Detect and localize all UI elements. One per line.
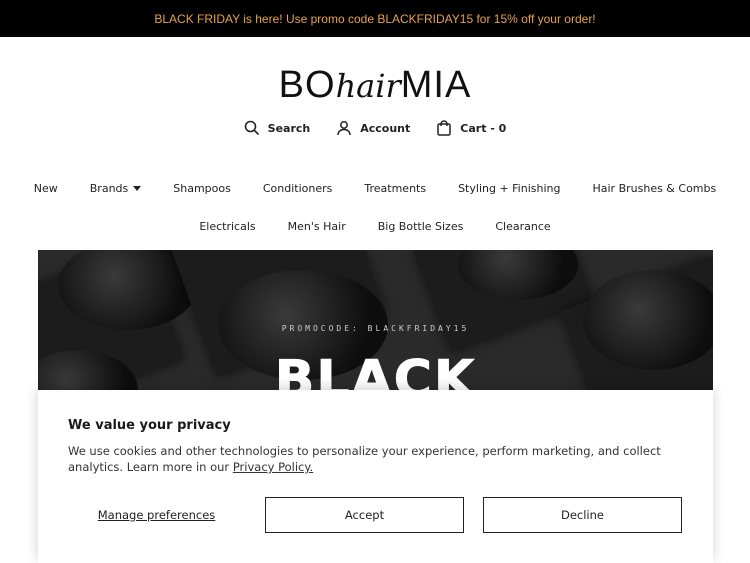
consent-heading: We value your privacy [68, 418, 231, 433]
consent-actions: Manage preferences Accept Decline [68, 497, 683, 533]
logo-middle: hair [335, 67, 401, 105]
announcement-text: BLACK FRIDAY is here! Use promo code BLA… [154, 11, 596, 26]
nav-label: Big Bottle Sizes [377, 220, 464, 233]
nav-label: Electricals [199, 220, 256, 233]
nav-big-bottle-sizes[interactable]: Big Bottle Sizes [362, 220, 480, 233]
search-icon [244, 120, 259, 136]
nav-electricals[interactable]: Electricals [183, 220, 271, 233]
nav-conditioners[interactable]: Conditioners [247, 182, 349, 195]
account-label: Account [360, 121, 411, 135]
cart-icon [437, 120, 452, 136]
nav-label: Men's Hair [287, 220, 346, 233]
nav-new[interactable]: New [18, 182, 74, 195]
search-label: Search [267, 121, 311, 135]
nav-clearance[interactable]: Clearance [479, 220, 566, 233]
nav-label: New [33, 182, 58, 195]
accept-button[interactable]: Accept [265, 497, 464, 533]
logo-suffix: MIA [400, 64, 472, 106]
nav-label: Hair Brushes & Combs [592, 182, 717, 195]
site-logo[interactable]: BOhairMIA [0, 64, 750, 107]
nav-styling-finishing[interactable]: Styling + Finishing [442, 182, 576, 195]
nav-label: Shampoos [173, 182, 231, 195]
nav-brands[interactable]: Brands [74, 182, 158, 195]
nav-label: Styling + Finishing [458, 182, 561, 195]
account-icon [337, 121, 351, 136]
chevron-down-icon [133, 186, 142, 191]
utility-links: Search Account Cart - 0 [0, 120, 750, 136]
account-link[interactable]: Account [336, 120, 410, 136]
hero-promo-code: PROMOCODE: BLACKFRIDAY15 [281, 324, 470, 333]
manage-preferences-link[interactable]: Manage preferences [68, 497, 245, 533]
nav-shampoos[interactable]: Shampoos [157, 182, 247, 195]
consent-body: We use cookies and other technologies to… [68, 443, 668, 475]
privacy-policy-link[interactable]: Privacy Policy. [233, 460, 313, 474]
nav-label: Conditioners [262, 182, 333, 195]
decline-button[interactable]: Decline [483, 497, 682, 533]
nav-treatments[interactable]: Treatments [348, 182, 442, 195]
announcement-bar: BLACK FRIDAY is here! Use promo code BLA… [0, 0, 750, 37]
nav-label: Brands [89, 182, 129, 195]
main-nav-row-2: Electricals Men's Hair Big Bottle Sizes … [0, 220, 750, 233]
cookie-consent-banner: We value your privacy We use cookies and… [38, 390, 713, 563]
cart-link[interactable]: Cart - 0 [436, 120, 506, 136]
cart-label: Cart - 0 [460, 121, 507, 135]
main-nav-row-1: New Brands Shampoos Conditioners Treatme… [0, 182, 750, 195]
consent-body-text: We use cookies and other technologies to… [68, 444, 661, 474]
search-link[interactable]: Search [244, 120, 311, 136]
nav-label: Treatments [364, 182, 427, 195]
nav-hair-brushes-combs[interactable]: Hair Brushes & Combs [576, 182, 732, 195]
nav-mens-hair[interactable]: Men's Hair [272, 220, 362, 233]
logo-prefix: BO [278, 64, 336, 106]
nav-label: Clearance [495, 220, 551, 233]
